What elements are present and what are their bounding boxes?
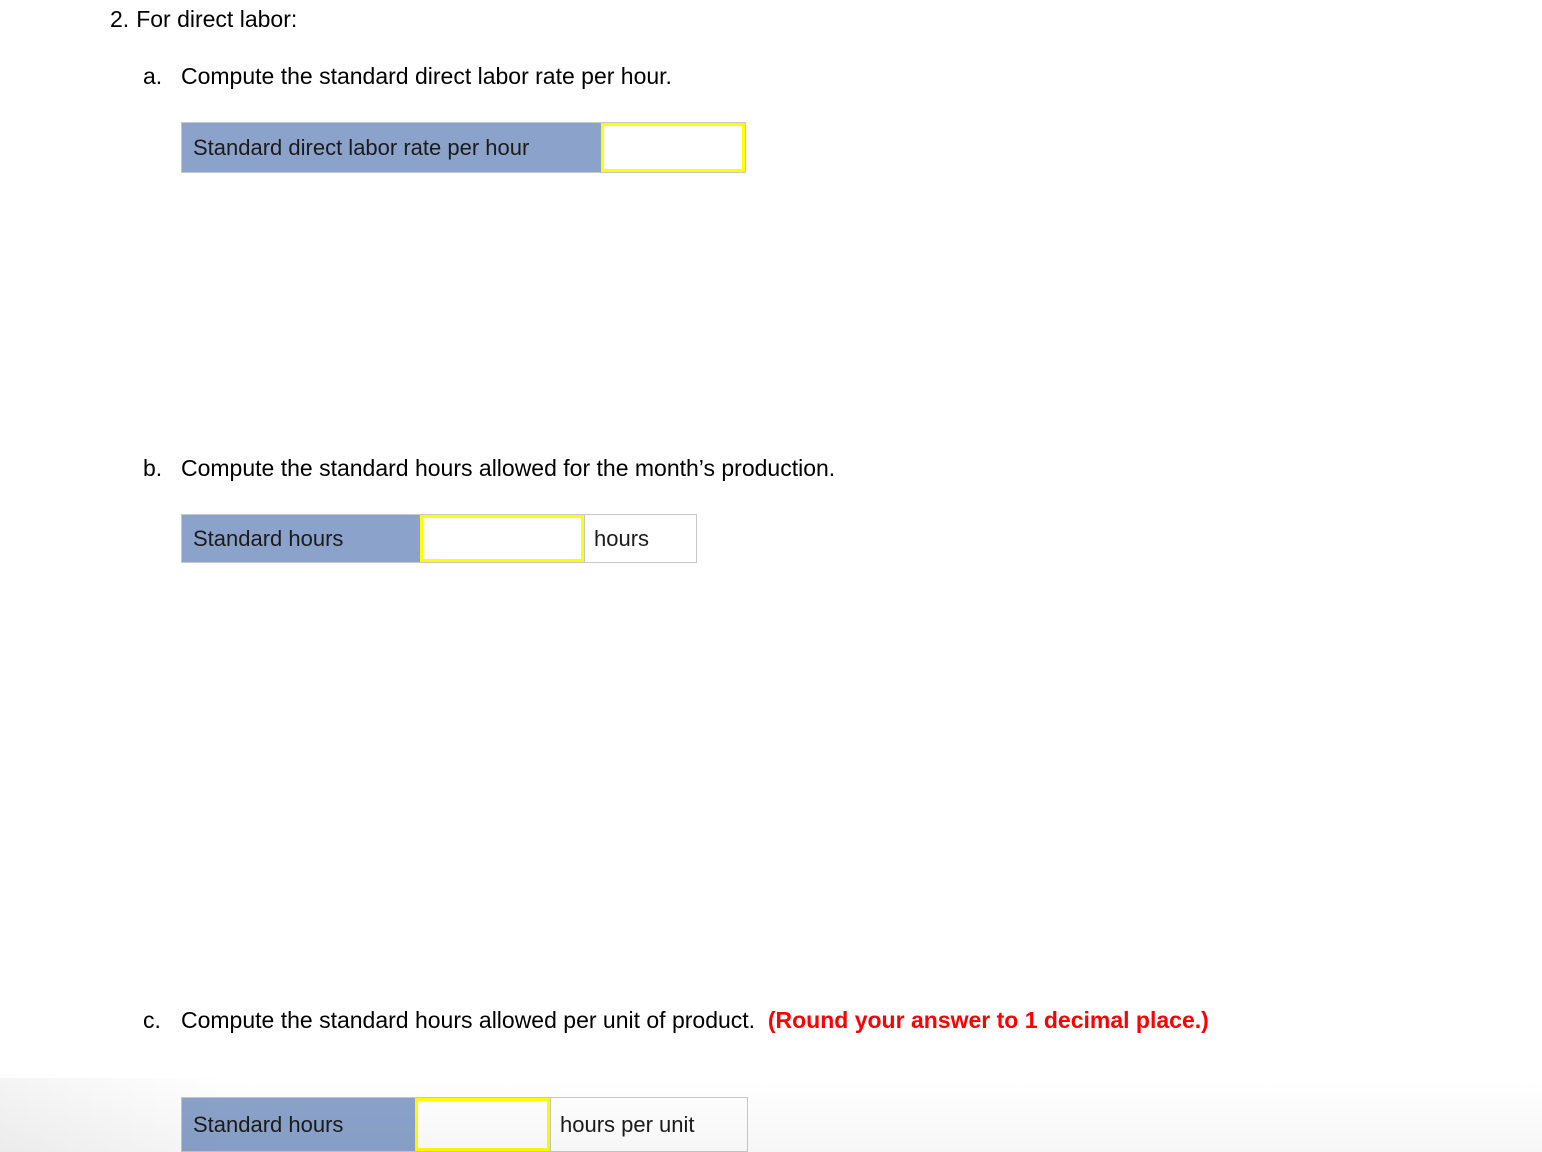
answer-table-a-label: Standard direct labor rate per hour: [182, 123, 601, 172]
subpart-a-letter: a.: [143, 63, 163, 89]
standard-hours-per-unit-input[interactable]: [418, 1101, 547, 1148]
answer-table-b-input-cell[interactable]: [420, 515, 584, 562]
subpart-c-prompt: Compute the standard hours allowed per u…: [181, 1007, 756, 1033]
question-text: For direct labor:: [136, 6, 298, 32]
answer-table-b: Standard hours hours: [181, 514, 697, 563]
subpart-c-letter: c.: [143, 1007, 161, 1033]
question-root: 2. For direct labor:: [110, 4, 297, 34]
answer-table-c: Standard hours hours per unit: [181, 1097, 748, 1152]
standard-hours-input[interactable]: [423, 518, 581, 559]
question-number: 2.: [110, 6, 130, 32]
standard-direct-labor-rate-input[interactable]: [604, 126, 742, 169]
subpart-b-prompt: Compute the standard hours allowed for t…: [181, 455, 836, 481]
answer-table-a-input-cell[interactable]: [601, 123, 745, 172]
subpart-a: a. Compute the standard direct labor rat…: [143, 61, 1043, 91]
answer-table-c-unit: hours per unit: [550, 1098, 747, 1151]
subpart-c-prompt-wrap: Compute the standard hours allowed per u…: [181, 1005, 1353, 1036]
answer-table-b-unit: hours: [584, 515, 696, 562]
subpart-b-letter: b.: [143, 455, 163, 481]
worksheet-page: 2. For direct labor: a. Compute the stand…: [0, 0, 1542, 1152]
subpart-a-prompt: Compute the standard direct labor rate p…: [181, 63, 672, 89]
answer-table-a: Standard direct labor rate per hour: [181, 122, 746, 173]
subpart-c: c. Compute the standard hours allowed pe…: [143, 1005, 1353, 1036]
answer-table-c-input-cell[interactable]: [415, 1098, 550, 1151]
answer-table-c-label: Standard hours: [182, 1098, 415, 1151]
subpart-b: b. Compute the standard hours allowed fo…: [143, 453, 1043, 483]
answer-table-b-label: Standard hours: [182, 515, 420, 562]
subpart-c-rounding-hint: (Round your answer to 1 decimal place.): [767, 1007, 1209, 1033]
